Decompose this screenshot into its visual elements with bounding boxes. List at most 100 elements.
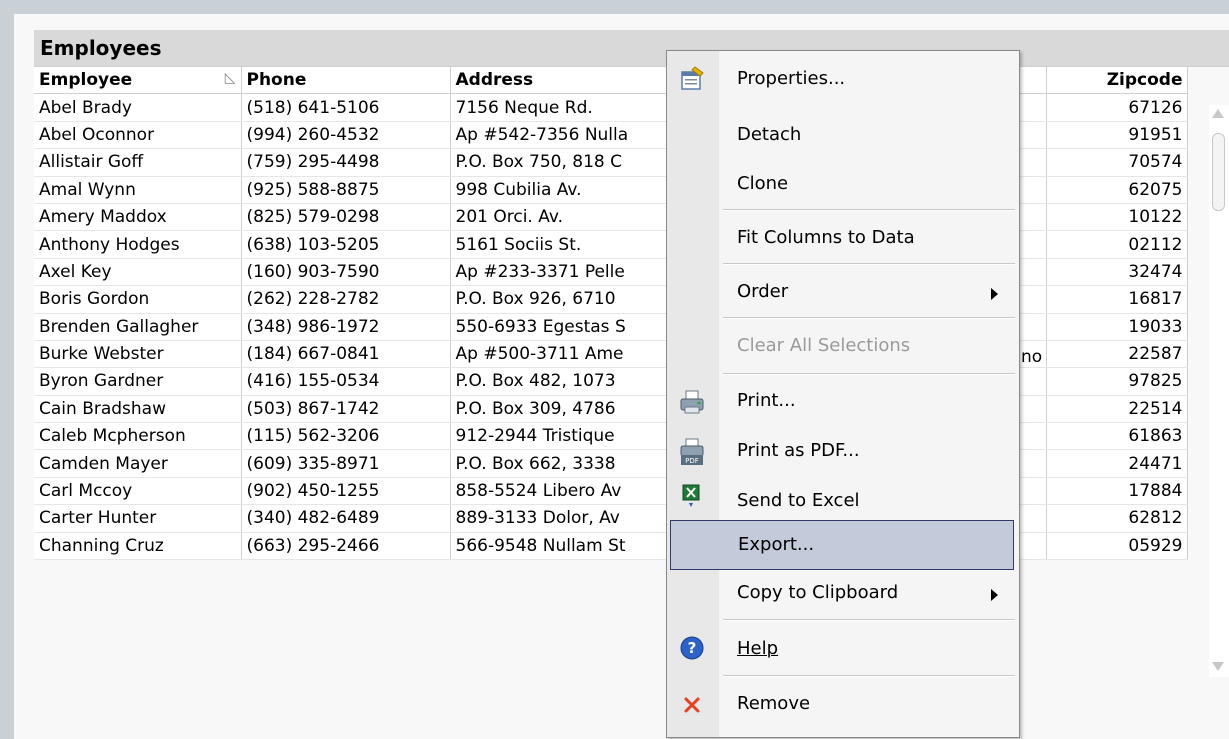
cell-zipcode[interactable]: 22587 <box>1046 340 1188 369</box>
cell-phone[interactable]: (825) 579-0298 <box>241 203 451 232</box>
menu-separator <box>723 263 1015 265</box>
menu-item-print-as-pdf[interactable]: PDF Print as PDF... <box>667 433 1019 473</box>
menu-item-detach[interactable]: Detach <box>667 113 1019 153</box>
svg-text:PDF: PDF <box>685 457 699 465</box>
cell-zipcode[interactable]: 10122 <box>1046 203 1188 232</box>
menu-item-copy-to-clipboard[interactable]: Copy to Clipboard <box>667 575 1019 615</box>
submenu-arrow-icon <box>991 589 998 601</box>
cell-zipcode[interactable]: 62075 <box>1046 176 1188 204</box>
sort-ascending-icon[interactable]: ◺ <box>225 70 236 86</box>
cell-zipcode[interactable]: 67126 <box>1046 93 1188 122</box>
column-header-zipcode[interactable]: Zipcode <box>1046 67 1188 95</box>
cell-phone[interactable]: (609) 335-8971 <box>241 449 451 478</box>
cell-phone[interactable]: (663) 295-2466 <box>241 532 451 561</box>
cell-phone[interactable]: (902) 450-1255 <box>241 477 451 506</box>
cell-employee[interactable]: Caleb Mcpherson <box>34 422 242 451</box>
menu-item-copy-to-clipboard-label: Copy to Clipboard <box>737 582 899 603</box>
cell-employee[interactable]: Camden Mayer <box>34 449 242 478</box>
cell-phone[interactable]: (925) 588-8875 <box>241 176 451 204</box>
window-left-edge <box>0 0 14 739</box>
column-header-employee[interactable]: Employee ◺ <box>34 67 242 95</box>
menu-item-fit-columns-label: Fit Columns to Data <box>737 227 915 248</box>
cell-employee[interactable]: Carter Hunter <box>34 504 242 533</box>
menu-item-order[interactable]: Order <box>667 275 1019 315</box>
cell-phone[interactable]: (348) 986-1972 <box>241 313 451 341</box>
cell-employee[interactable]: Carl Mccoy <box>34 477 242 506</box>
menu-item-send-to-excel[interactable]: Send to Excel <box>667 479 1019 519</box>
menu-item-properties[interactable]: Properties... <box>667 59 1019 99</box>
scroll-up-arrow-icon[interactable] <box>1212 109 1224 118</box>
cell-zipcode[interactable]: 62812 <box>1046 504 1188 533</box>
cell-zipcode[interactable]: 19033 <box>1046 313 1188 341</box>
cell-employee[interactable]: Abel Brady <box>34 93 242 122</box>
menu-item-clear-all-selections-label: Clear All Selections <box>737 335 911 356</box>
cell-employee[interactable]: Brenden Gallagher <box>34 313 242 341</box>
table-caption-bar[interactable]: Employees <box>34 30 1229 67</box>
cell-zipcode[interactable]: 16817 <box>1046 285 1188 314</box>
cell-zipcode[interactable]: 97825 <box>1046 367 1188 396</box>
cell-phone[interactable]: (160) 903-7590 <box>241 258 451 287</box>
cell-employee[interactable]: Amery Maddox <box>34 203 242 232</box>
cell-zipcode[interactable]: 05929 <box>1046 532 1188 561</box>
cell-zipcode[interactable]: 70574 <box>1046 148 1188 177</box>
menu-item-help-label: Help <box>737 638 779 659</box>
menu-separator <box>723 209 1015 211</box>
cell-employee[interactable]: Channing Cruz <box>34 532 242 561</box>
svg-text:?: ? <box>688 639 697 657</box>
cell-zipcode[interactable]: 24471 <box>1046 449 1188 478</box>
cell-phone[interactable]: (115) 562-3206 <box>241 422 451 451</box>
menu-separator <box>723 317 1015 319</box>
table-title: Employees <box>40 36 162 60</box>
menu-item-help[interactable]: ? Help <box>667 631 1019 671</box>
cell-phone[interactable]: (518) 641-5106 <box>241 93 451 122</box>
cell-phone[interactable]: (416) 155-0534 <box>241 367 451 396</box>
context-menu[interactable]: Properties... Detach Clone Fit Columns t… <box>666 50 1020 738</box>
cell-phone[interactable]: (638) 103-5205 <box>241 230 451 259</box>
submenu-arrow-icon <box>991 288 998 300</box>
scrollbar-thumb[interactable] <box>1212 133 1225 211</box>
cell-zipcode[interactable]: 32474 <box>1046 258 1188 287</box>
employees-table-box[interactable]: Employees Employee ◺ Phone Address Zipcod… <box>34 30 1229 730</box>
column-header-phone[interactable]: Phone <box>241 67 451 95</box>
menu-item-print-as-pdf-label: Print as PDF... <box>737 440 860 461</box>
menu-item-clone[interactable]: Clone <box>667 165 1019 205</box>
menu-item-print[interactable]: Print... <box>667 383 1019 423</box>
cell-employee[interactable]: Byron Gardner <box>34 367 242 396</box>
cell-phone[interactable]: (759) 295-4498 <box>241 148 451 177</box>
cell-phone[interactable]: (184) 667-0841 <box>241 340 451 369</box>
menu-item-clear-all-selections: Clear All Selections <box>667 331 1019 371</box>
cell-employee[interactable]: Cain Bradshaw <box>34 395 242 424</box>
menu-item-fit-columns[interactable]: Fit Columns to Data <box>667 217 1019 257</box>
menu-item-send-to-excel-label: Send to Excel <box>737 490 860 511</box>
menu-item-export[interactable]: Export... <box>670 520 1014 570</box>
print-pdf-icon: PDF <box>680 438 704 465</box>
cell-phone[interactable]: (503) 867-1742 <box>241 395 451 424</box>
menu-item-remove-label: Remove <box>737 693 811 714</box>
help-icon: ? <box>680 636 704 660</box>
cell-zipcode[interactable]: 17884 <box>1046 477 1188 506</box>
scroll-down-arrow-icon[interactable] <box>1212 662 1224 671</box>
menu-item-detach-label: Detach <box>737 124 802 145</box>
menu-separator <box>723 373 1015 375</box>
cell-employee[interactable]: Allistair Goff <box>34 148 242 177</box>
cell-employee[interactable]: Boris Gordon <box>34 285 242 314</box>
menu-item-clone-label: Clone <box>737 173 789 194</box>
cell-zipcode[interactable]: 91951 <box>1046 121 1188 150</box>
vertical-scrollbar[interactable] <box>1209 105 1229 677</box>
cell-employee[interactable]: Anthony Hodges <box>34 230 242 259</box>
cell-employee[interactable]: Abel Oconnor <box>34 121 242 150</box>
cell-employee[interactable]: Amal Wynn <box>34 176 242 204</box>
cell-zipcode[interactable]: 61863 <box>1046 422 1188 451</box>
cell-employee[interactable]: Axel Key <box>34 258 242 287</box>
cell-employee[interactable]: Burke Webster <box>34 340 242 369</box>
cell-phone[interactable]: (262) 228-2782 <box>241 285 451 314</box>
menu-item-order-label: Order <box>737 281 789 302</box>
printer-icon <box>680 390 704 414</box>
cell-zipcode[interactable]: 22514 <box>1046 395 1188 424</box>
column-header-employee-label: Employee <box>39 70 133 91</box>
menu-separator <box>723 619 1015 621</box>
cell-zipcode[interactable]: 02112 <box>1046 230 1188 259</box>
cell-phone[interactable]: (340) 482-6489 <box>241 504 451 533</box>
cell-phone[interactable]: (994) 260-4532 <box>241 121 451 150</box>
menu-item-remove[interactable]: Remove <box>667 685 1019 725</box>
